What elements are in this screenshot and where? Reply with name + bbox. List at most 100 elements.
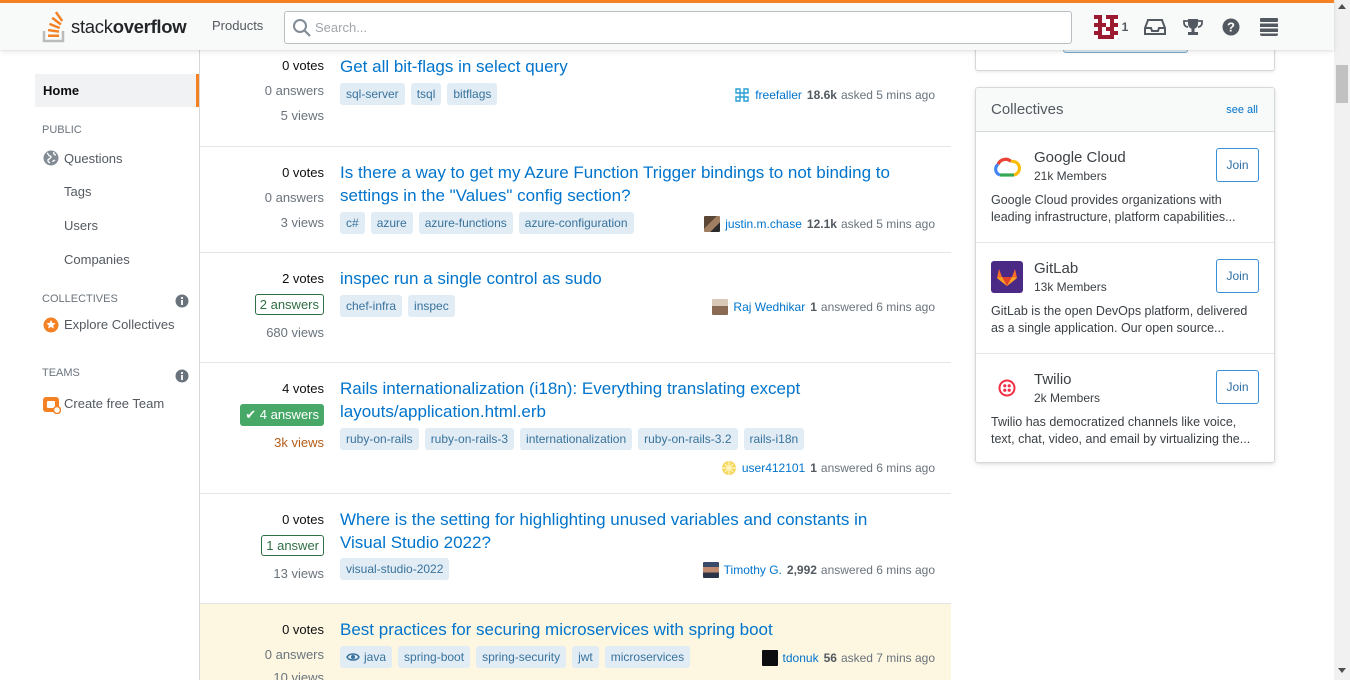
question-summary: 4 votes ✔ 4 answers 3k views Rails inter… — [200, 363, 951, 494]
question-title-link[interactable]: Best practices for securing microservice… — [340, 618, 940, 641]
page-scrollbar[interactable] — [1334, 0, 1350, 680]
stackoverflow-logo[interactable]: stackoverflow — [42, 10, 187, 44]
question-time[interactable]: answered 6 mins ago — [821, 461, 935, 475]
answer-count-badge: 2 answers — [254, 294, 324, 315]
collective-name-link[interactable]: GitLab — [1034, 260, 1078, 277]
scroll-up-arrow-icon[interactable] — [1338, 4, 1346, 9]
answer-count: 0 answers — [264, 83, 324, 98]
user-reputation: 2,992 — [786, 563, 817, 577]
tag[interactable]: azure — [370, 212, 413, 234]
user-name-link[interactable]: user412101 — [742, 461, 805, 475]
scrollbar-thumb[interactable] — [1336, 65, 1348, 103]
info-icon[interactable] — [175, 294, 189, 308]
tag[interactable]: jwt — [572, 646, 599, 668]
products-menu-button[interactable]: Products — [200, 14, 275, 37]
question-title-link[interactable]: Where is the setting for highlighting un… — [340, 508, 940, 554]
search-input[interactable] — [315, 12, 1055, 43]
tag[interactable]: chef-infra — [340, 295, 403, 317]
tag[interactable]: spring-security — [476, 646, 567, 668]
user-name-link[interactable]: Raj Wedhikar — [733, 300, 805, 314]
user-name-link[interactable]: freefaller — [755, 88, 802, 102]
tag[interactable]: tsql — [410, 83, 442, 105]
question-time[interactable]: asked 5 mins ago — [841, 88, 935, 102]
question-time[interactable]: asked 5 mins ago — [841, 217, 935, 231]
nav-companies[interactable]: Companies — [64, 252, 130, 267]
question-summary: 2 votes 2 answers 680 views inspec run a… — [200, 253, 951, 363]
info-icon[interactable] — [175, 369, 189, 383]
user-avatar[interactable] — [702, 562, 719, 578]
user-avatar — [1093, 14, 1118, 39]
see-all-link[interactable]: see all — [1226, 104, 1258, 116]
question-title-line: layouts/application.html.erb — [340, 402, 547, 421]
nav-explore-collectives[interactable]: Explore Collectives — [64, 317, 175, 332]
view-count: 3k views — [274, 435, 324, 450]
user-name-link[interactable]: Timothy G. — [724, 563, 782, 577]
scroll-down-arrow-icon[interactable] — [1338, 668, 1346, 673]
nav-home[interactable]: Home — [35, 74, 199, 107]
nav-questions[interactable]: Questions — [64, 151, 123, 166]
tag[interactable]: inspec — [408, 295, 455, 317]
nav-users[interactable]: Users — [64, 218, 98, 233]
google-cloud-logo-icon[interactable] — [991, 150, 1023, 182]
tag[interactable]: rails-i18n — [743, 428, 805, 450]
user-avatar[interactable] — [712, 299, 729, 315]
tag-watched[interactable]: java — [340, 646, 393, 668]
tag[interactable]: azure-configuration — [518, 212, 634, 234]
tag[interactable]: spring-boot — [398, 646, 471, 668]
question-meta: justin.m.chase 12.1k asked 5 mins ago — [704, 216, 935, 232]
tag[interactable]: microservices — [604, 646, 691, 668]
question-title-line: Rails internationalization (i18n): Every… — [340, 379, 801, 398]
user-avatar[interactable] — [761, 650, 778, 666]
question-title-link[interactable]: inspec run a single control as sudo — [340, 267, 940, 290]
tag[interactable]: bitflags — [447, 83, 498, 105]
collective-name-link[interactable]: Google Cloud — [1034, 149, 1126, 166]
tag[interactable]: c# — [340, 212, 365, 234]
help-button[interactable]: ? — [1212, 3, 1250, 50]
join-button[interactable]: Join — [1216, 259, 1259, 293]
logo-text: stackoverflow — [71, 16, 187, 38]
site-switcher-button[interactable] — [1250, 3, 1288, 50]
user-avatar[interactable] — [720, 460, 737, 476]
collective-item: Google Cloud 21k Members Join Google Clo… — [976, 132, 1274, 243]
collectives-star-icon — [43, 317, 59, 333]
vote-count: 0 votes — [282, 512, 324, 527]
question-title-link[interactable]: Get all bit-flags in select query — [340, 55, 940, 78]
question-title-link[interactable]: Rails internationalization (i18n): Every… — [340, 377, 940, 423]
vote-count: 0 votes — [282, 622, 324, 637]
gitlab-logo-icon[interactable] — [991, 261, 1023, 293]
user-name-link[interactable]: justin.m.chase — [725, 217, 802, 231]
tag[interactable]: ruby-on-rails-3 — [424, 428, 515, 450]
tag[interactable]: azure-functions — [418, 212, 513, 234]
tag[interactable]: sql-server — [340, 83, 405, 105]
search-box[interactable] — [284, 11, 1072, 44]
inbox-button[interactable] — [1136, 3, 1174, 50]
tag-label: java — [364, 650, 387, 664]
question-meta: tdonuk 56 asked 7 mins ago — [761, 650, 935, 666]
view-count: 10 views — [273, 670, 324, 680]
tag[interactable]: visual-studio-2022 — [340, 558, 450, 580]
user-profile-button[interactable]: 1 — [1086, 3, 1136, 50]
answer-count: 4 answers — [259, 407, 319, 422]
question-time[interactable]: asked 7 mins ago — [841, 651, 935, 665]
twilio-logo-icon[interactable] — [991, 372, 1023, 404]
tag[interactable]: internationalization — [520, 428, 633, 450]
tag[interactable]: ruby-on-rails-3.2 — [638, 428, 738, 450]
user-reputation: 56 — [823, 651, 837, 665]
user-avatar[interactable] — [734, 87, 751, 103]
collective-name-link[interactable]: Twilio — [1034, 371, 1072, 388]
user-name-link[interactable]: tdonuk — [783, 651, 819, 665]
question-title-link[interactable]: Is there a way to get my Azure Function … — [340, 161, 940, 207]
question-time[interactable]: answered 6 mins ago — [821, 563, 935, 577]
collective-description-line: Google Cloud provides organizations with — [991, 193, 1222, 207]
vote-count: 0 votes — [282, 58, 324, 73]
question-meta: user412101 1 answered 6 mins ago — [720, 460, 935, 476]
nav-create-team[interactable]: Create free Team — [64, 396, 164, 411]
nav-tags[interactable]: Tags — [64, 184, 91, 199]
question-time[interactable]: answered 6 mins ago — [821, 300, 935, 314]
tag[interactable]: ruby-on-rails — [340, 428, 419, 450]
join-button[interactable]: Join — [1216, 148, 1259, 182]
achievements-button[interactable] — [1174, 3, 1212, 50]
user-avatar[interactable] — [704, 216, 721, 232]
join-button[interactable]: Join — [1216, 370, 1259, 404]
collective-description: GitLab is the open DevOps platform, deli… — [991, 303, 1261, 337]
